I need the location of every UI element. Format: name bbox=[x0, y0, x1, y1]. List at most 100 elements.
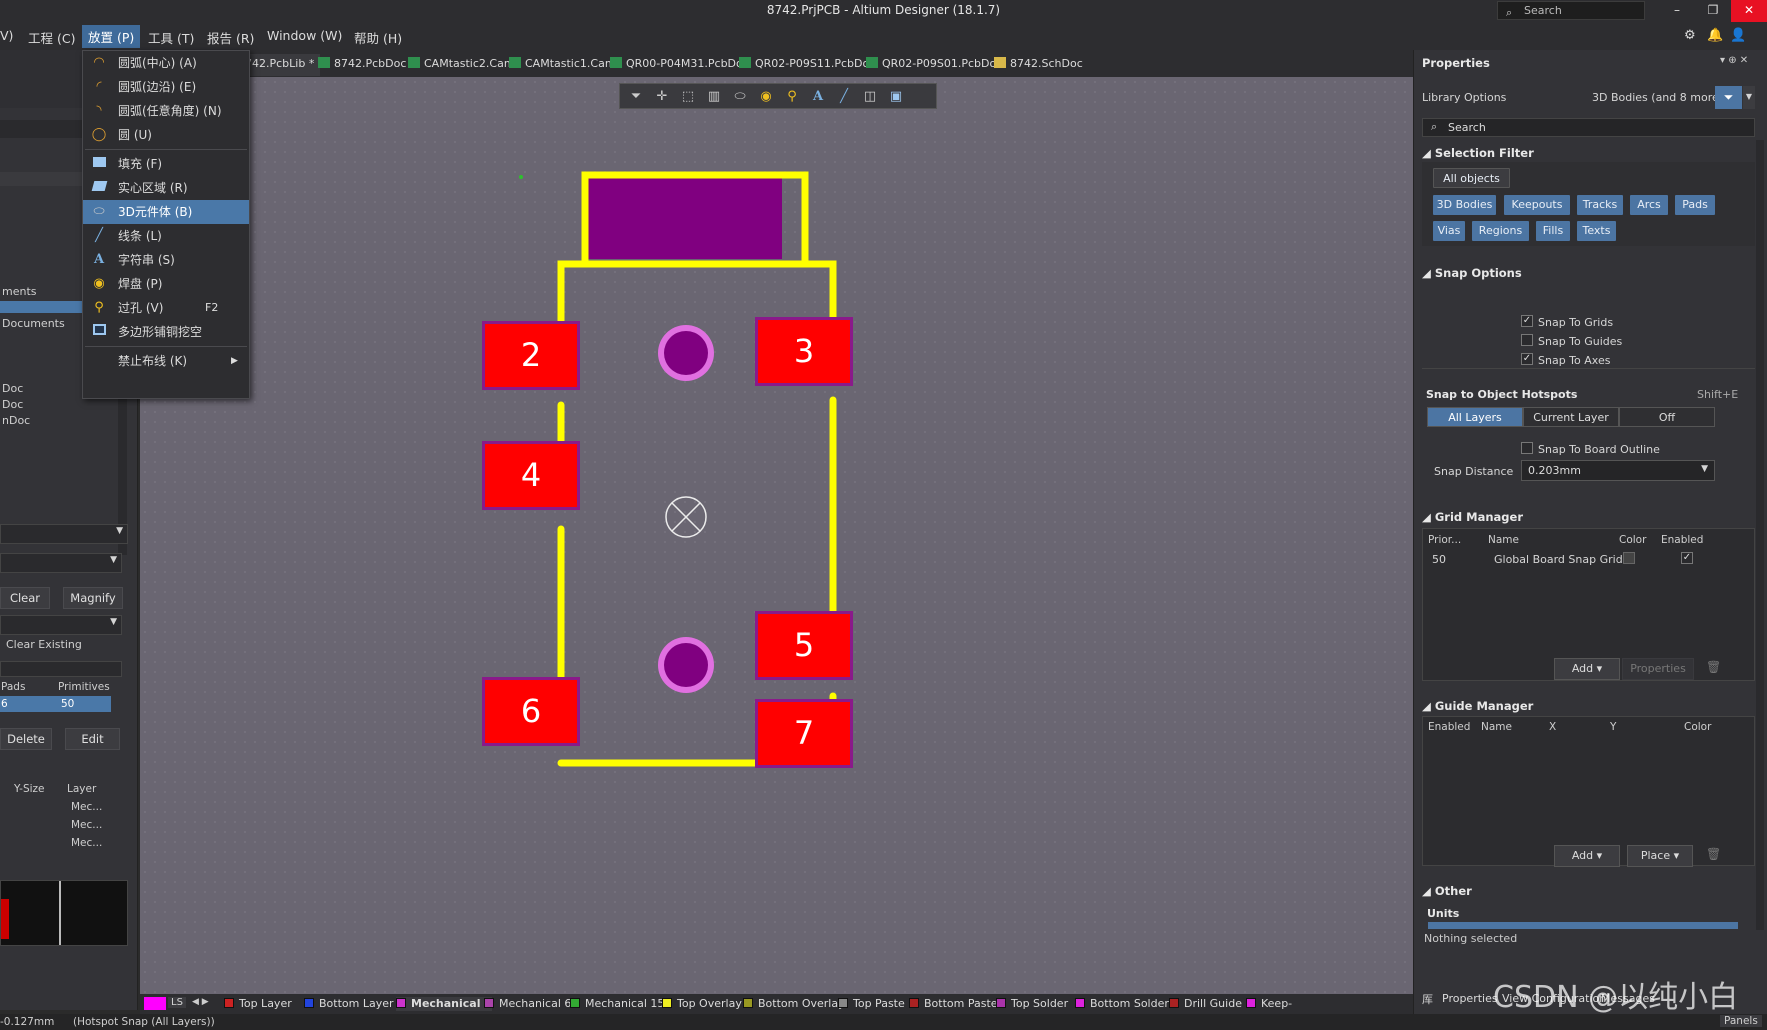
3d-body-icon[interactable]: ⬭ bbox=[729, 87, 751, 107]
pad-icon[interactable]: ◉ bbox=[755, 87, 777, 107]
filter-chip-arcs[interactable]: Arcs bbox=[1630, 195, 1668, 215]
units-toggle[interactable] bbox=[1428, 922, 1738, 929]
via-icon[interactable]: ⚲ bbox=[781, 87, 803, 107]
tab-properties[interactable]: Properties bbox=[1442, 992, 1498, 1005]
restore-button[interactable]: ❐ bbox=[1695, 0, 1731, 22]
snap-options-heading[interactable]: ◢ Snap Options bbox=[1422, 266, 1522, 280]
menu-item-solid-region[interactable]: 实心区域 (R) bbox=[83, 176, 249, 200]
layer-tab[interactable]: Bottom Overlay bbox=[743, 997, 845, 1011]
menu-item-arc-any[interactable]: ◝ 圆弧(任意角度) (N) bbox=[83, 99, 249, 123]
filter-icon[interactable]: ⏷ bbox=[625, 87, 647, 107]
panel-menu-icon[interactable]: ▾ ⊕ ✕ bbox=[1720, 55, 1748, 66]
ysize-column-header[interactable]: Y-Size bbox=[14, 783, 45, 795]
user-icon[interactable]: 👤 bbox=[1730, 28, 1746, 43]
current-layer-swatch[interactable] bbox=[144, 997, 166, 1010]
layer-tab[interactable]: Top Paste bbox=[838, 997, 905, 1011]
pad[interactable]: 4 bbox=[482, 441, 580, 510]
color-column-header[interactable]: Color bbox=[1619, 534, 1646, 546]
layer-tab-active[interactable]: Mechanical 1 bbox=[396, 997, 492, 1011]
grid-enabled-checkbox[interactable]: ✓ bbox=[1681, 552, 1693, 564]
menu-help[interactable]: 帮助 (H) bbox=[354, 28, 402, 47]
tab-camtastic2[interactable]: CAMtastic2.Cam bbox=[408, 54, 515, 76]
guide-y-header[interactable]: Y bbox=[1610, 721, 1616, 733]
filter-chip-regions[interactable]: Regions bbox=[1472, 221, 1529, 241]
menu-item-string[interactable]: A 字符串 (S) bbox=[83, 248, 249, 272]
gear-icon[interactable]: ⚙ bbox=[1684, 28, 1696, 43]
snap-board-outline-checkbox[interactable] bbox=[1521, 442, 1533, 454]
grid-name[interactable]: Global Board Snap Grid bbox=[1494, 553, 1623, 566]
grid-manager-heading[interactable]: ◢ Grid Manager bbox=[1422, 510, 1523, 524]
align-icon[interactable]: ▥ bbox=[703, 87, 725, 107]
guide-x-header[interactable]: X bbox=[1549, 721, 1556, 733]
menu-item-circle[interactable]: ◯ 圆 (U) bbox=[83, 123, 249, 147]
properties-search-input[interactable]: ⌕ Search bbox=[1422, 118, 1755, 137]
selection-filter-heading[interactable]: ◢ Selection Filter bbox=[1422, 146, 1534, 160]
pad[interactable]: 5 bbox=[755, 611, 853, 680]
guide-place-button[interactable]: Place ▾ bbox=[1627, 845, 1693, 867]
all-objects-button[interactable]: All objects bbox=[1433, 168, 1510, 188]
menu-tools[interactable]: 工具 (T) bbox=[148, 28, 194, 47]
snap-grids-checkbox[interactable]: ✓ bbox=[1521, 315, 1533, 327]
menu-item-fill[interactable]: 填充 (F) bbox=[83, 152, 249, 176]
primitive-layer-cell[interactable]: Mec... bbox=[71, 801, 102, 813]
tab-schdoc[interactable]: 8742.SchDoc bbox=[994, 54, 1083, 76]
mini-viewer[interactable] bbox=[0, 880, 128, 946]
primitive-layer-cell[interactable]: Mec... bbox=[71, 837, 102, 849]
close-button[interactable]: ✕ bbox=[1731, 0, 1767, 22]
layer-tab[interactable]: Bottom Paste bbox=[909, 997, 998, 1011]
guide-color-header[interactable]: Color bbox=[1684, 721, 1711, 733]
layer-tab[interactable]: Drill Guide bbox=[1169, 997, 1242, 1011]
tree-item[interactable]: nDoc bbox=[0, 412, 130, 430]
layer-tab[interactable]: Top Solder bbox=[996, 997, 1068, 1011]
move-icon[interactable]: ✛ bbox=[651, 87, 673, 107]
tab-qr02-s01[interactable]: QR02-P09S01.PcbDoc bbox=[866, 54, 1002, 76]
guide-manager-heading[interactable]: ◢ Guide Manager bbox=[1422, 699, 1533, 713]
menu-view[interactable]: V) bbox=[0, 28, 13, 43]
menu-item-arc-center[interactable]: ◠ 圆弧(中心) (A) bbox=[83, 51, 249, 75]
panel-pin-icon[interactable]: 厍 bbox=[1422, 991, 1433, 1007]
line-icon[interactable]: ╱ bbox=[833, 87, 855, 107]
filter-chip-pads[interactable]: Pads bbox=[1675, 195, 1715, 215]
filter-chip-fills[interactable]: Fills bbox=[1536, 221, 1570, 241]
layer-set-button[interactable]: LS bbox=[168, 997, 186, 1008]
enabled-column-header[interactable]: Enabled bbox=[1661, 534, 1703, 546]
grid-properties-button[interactable]: Properties bbox=[1622, 658, 1694, 680]
guide-enabled-header[interactable]: Enabled bbox=[1428, 721, 1470, 733]
menu-project[interactable]: 工程 (C) bbox=[28, 28, 75, 47]
global-search-input[interactable]: ⌕ Search bbox=[1497, 1, 1645, 20]
string-icon[interactable]: A bbox=[807, 87, 829, 107]
menu-item-polygon-cutout[interactable]: 多边形铺铜挖空 bbox=[83, 320, 249, 344]
tab-camtastic1[interactable]: CAMtastic1.Cam bbox=[509, 54, 616, 76]
layer-column-header[interactable]: Layer bbox=[67, 783, 96, 795]
menu-item-via[interactable]: ⚲ 过孔 (V) F2 bbox=[83, 296, 249, 320]
magnify-button[interactable]: Magnify bbox=[63, 587, 123, 609]
tree-item-selected[interactable] bbox=[0, 301, 82, 313]
menu-window[interactable]: Window (W) bbox=[267, 28, 342, 43]
pads-column-header[interactable]: Pads bbox=[1, 681, 25, 693]
other-heading[interactable]: ◢ Other bbox=[1422, 884, 1472, 898]
layer-tab[interactable]: Mechanical 15 bbox=[570, 997, 664, 1011]
grid-add-button[interactable]: Add ▾ bbox=[1554, 658, 1620, 680]
bell-icon[interactable]: 🔔 bbox=[1707, 28, 1723, 43]
tab-qr02-s11[interactable]: QR02-P09S11.PcbDoc bbox=[739, 54, 875, 76]
pad[interactable]: 2 bbox=[482, 321, 580, 390]
menu-item-3d-body[interactable]: ⬭ 3D元件体 (B) bbox=[83, 200, 249, 224]
3d-body[interactable] bbox=[588, 175, 782, 259]
panel-scrollbar[interactable] bbox=[1756, 140, 1764, 930]
layer-tab[interactable]: Mechanical 6 bbox=[484, 997, 571, 1011]
menu-item-line[interactable]: ╱ 线条 (L) bbox=[83, 224, 249, 248]
edit-button[interactable]: Edit bbox=[65, 728, 120, 750]
layer-scroll-left-icon[interactable]: ◀ ▶ bbox=[192, 997, 209, 1007]
select-icon[interactable]: ⬚ bbox=[677, 87, 699, 107]
mask-dropdown[interactable]: ▼ bbox=[0, 615, 122, 635]
priority-column-header[interactable]: Prior... bbox=[1428, 534, 1461, 546]
grid-color-swatch[interactable] bbox=[1623, 552, 1635, 564]
guide-name-header[interactable]: Name bbox=[1481, 721, 1512, 733]
polygon-cutout-icon[interactable]: ▣ bbox=[885, 87, 907, 107]
clear-button[interactable]: Clear bbox=[0, 587, 50, 609]
menu-item-keepout[interactable]: 禁止布线 (K) ▶ bbox=[83, 349, 249, 373]
filter-dropdown-1[interactable]: ▼ bbox=[0, 524, 128, 544]
panels-button[interactable]: Panels bbox=[1720, 1015, 1762, 1027]
tab-qr00[interactable]: QR00-P04M31.PcbDoc bbox=[610, 54, 749, 76]
filter-dropdown-icon[interactable]: ▼ bbox=[1743, 86, 1755, 109]
